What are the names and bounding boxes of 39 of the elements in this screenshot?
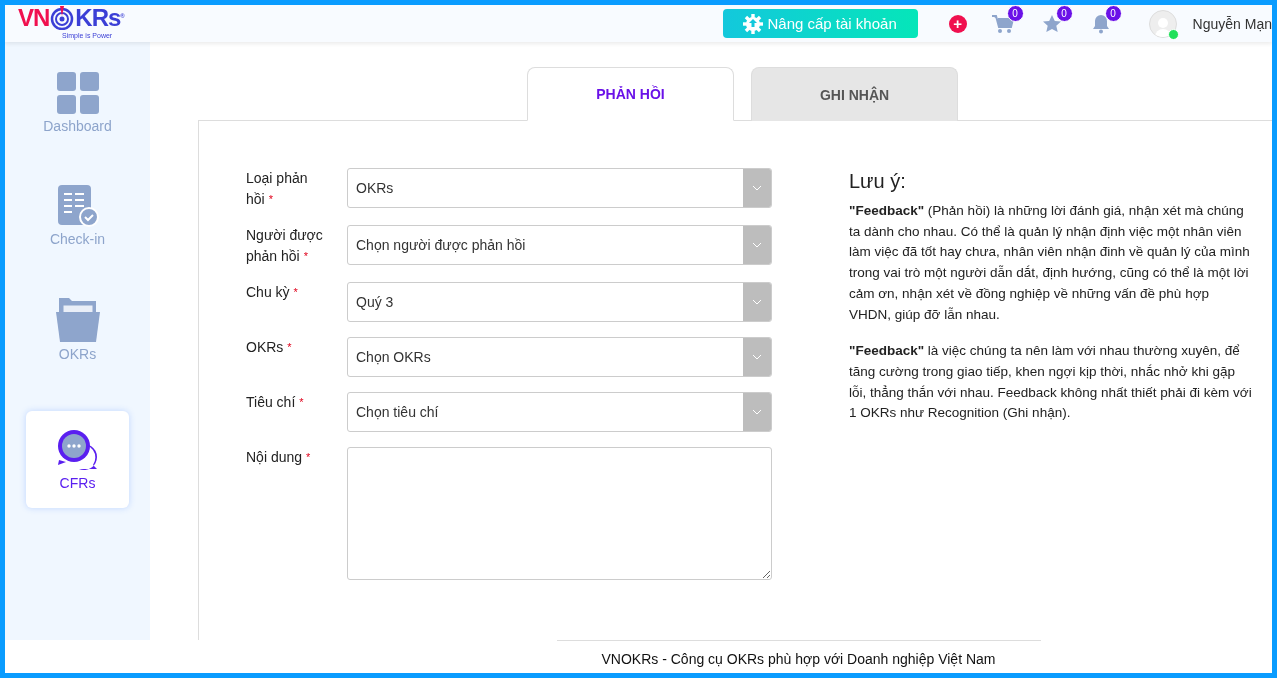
target-icon <box>50 5 75 30</box>
user-name[interactable]: Nguyễn Mạn <box>1192 15 1272 32</box>
field-label: Loại phản hồi * <box>246 169 309 209</box>
count-badge: 0 <box>1055 5 1073 22</box>
bell-icon <box>1091 13 1110 34</box>
chevron-down-icon <box>752 185 762 191</box>
field-label: Chu kỳ * <box>246 283 299 302</box>
folder-icon <box>55 298 100 342</box>
count-badge: 0 <box>1006 5 1024 22</box>
content-textarea[interactable] <box>347 447 772 580</box>
chevron-down-icon <box>752 354 762 360</box>
sidebar-item[interactable]: CFRs <box>26 411 129 508</box>
tab[interactable]: GHI NHẬN <box>751 67 958 121</box>
note-paragraph: "Feedback" là việc chúng ta nên làm với nhau thường xuyên, để tăng cường trong giao tiếp, khen ngợi kịp thời, nhắc nhở khi gặp lỗi, thẳng thắn với nhau. Feedback không nhất thiết phải đi kèm với 1 OKRs như Recognition (Ghi nhận). <box>849 342 1253 423</box>
select-field[interactable]: Chọn người được phản hồi <box>347 225 772 265</box>
select-field[interactable]: Chọn tiêu chí <box>347 392 772 432</box>
footer-text: VNOKRs - Công cụ OKRs phù hợp với Doanh nghiệp Việt Nam <box>556 640 1041 673</box>
count-badge: 0 <box>1104 5 1122 22</box>
field-label: OKRs * <box>246 338 293 357</box>
note-paragraph: "Feedback" (Phản hồi) là những lời đánh giá, nhận xét mà chúng ta dành cho nhau. Có thể là quản lý nhận định việc một nhân viên làm việc đã tốt hay chưa, nhân viên nhận đinh về quản lý của mình trong vai trò một người dẫn dắt, định hướng, cũng có thể là một lời cảm ơn, nhận xét về đồng nghiệp về những vấn đề phù hợp VHDN, giúp đỡ lẫn nhau. <box>849 202 1251 324</box>
select-field[interactable]: OKRs <box>347 168 772 208</box>
note-title: Lưu ý: <box>849 170 907 193</box>
chevron-down-icon <box>752 409 762 415</box>
tab[interactable]: PHẢN HỒI <box>527 67 734 121</box>
select-field[interactable]: Quý 3 <box>347 282 772 322</box>
checklist-icon <box>56 185 99 227</box>
gear-icon <box>743 13 764 34</box>
grid-icon <box>56 72 99 114</box>
field-label: Tiêu chí * <box>246 393 305 412</box>
add-button[interactable]: + <box>948 14 967 33</box>
field-label: Nội dung * <box>246 448 312 467</box>
chevron-down-icon <box>752 242 762 248</box>
chat-icon <box>56 428 99 471</box>
select-field[interactable]: Chọn OKRs <box>347 337 772 377</box>
star-icon <box>1041 13 1062 34</box>
field-label: Người được phản hồi * <box>246 226 324 266</box>
chevron-down-icon <box>752 299 762 305</box>
cart-icon <box>991 13 1014 34</box>
avatar[interactable] <box>1148 9 1177 38</box>
